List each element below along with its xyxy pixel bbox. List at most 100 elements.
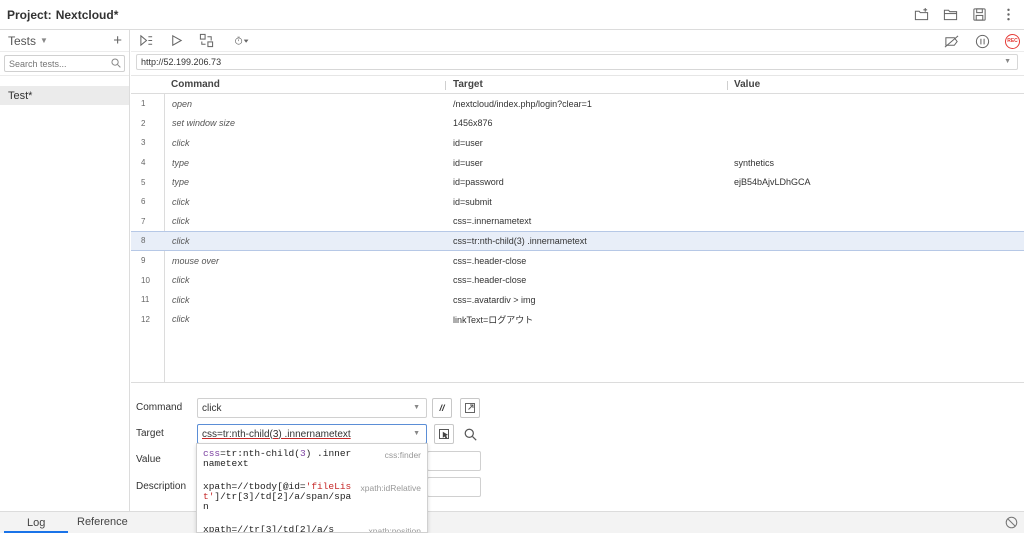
record-button[interactable]: REC [1005,33,1020,49]
test-list-item[interactable]: Test* [0,86,129,105]
column-header-command: Command [171,79,220,90]
row-number: 3 [141,138,146,148]
suggestion-item[interactable]: xpath=//tbody[@id='fileList']/tr[3]/td[2… [197,477,427,520]
disable-breakpoints-icon[interactable] [943,33,959,49]
description-label: Description [136,481,187,492]
row-command: click [172,216,190,227]
table-row[interactable]: 1 open/nextcloud/index.php/login?clear=1 [131,94,1024,114]
column-divider[interactable] [727,81,728,90]
table-row[interactable]: 10 click css=.header-close [131,270,1024,290]
tests-label: Tests [8,33,37,48]
command-input-value: click [202,402,222,414]
row-number: 9 [141,256,146,266]
project-label: Project: [7,7,52,22]
table-header: Command Target Value [131,76,1024,94]
column-divider[interactable] [445,81,446,90]
chevron-down-icon: ▼ [40,36,48,45]
project-name[interactable]: Nextcloud* [56,8,119,22]
table-row[interactable]: 5 type id=password ejB54bAjvLDhGCA [131,172,1024,192]
table-row[interactable]: 4 type id=user synthetics [131,153,1024,173]
comment-toggle-label: // [439,403,445,413]
clear-log-icon[interactable] [1005,516,1018,532]
table-row[interactable]: 7 click css=.innernametext [131,212,1024,232]
table-row[interactable]: 12 click linkText=ログアウト [131,310,1024,330]
target-suggestions: css=tr:nth-child(3) .innernametext css:f… [196,443,428,533]
row-target: css=.header-close [453,275,527,286]
target-input[interactable]: css=tr:nth-child(3) .innernametext ▼ [197,424,427,444]
suggestion-locator: xpath=//tr[3]/td[2]/a/s [203,524,335,533]
target-label: Target [136,428,164,439]
target-input-value: css=tr:nth-child(3) .innernametext [202,428,351,440]
more-options-icon[interactable] [1000,6,1016,22]
command-label: Command [136,402,183,413]
add-test-icon[interactable]: + [113,32,122,49]
run-current-test-icon[interactable] [168,33,184,49]
open-reference-button[interactable] [460,398,480,418]
table-row[interactable]: 2 set window size 1456x876 [131,114,1024,134]
find-target-button[interactable] [460,424,480,444]
table-row[interactable]: 3 click id=user [131,133,1024,153]
row-command: click [172,137,190,148]
row-target: linkText=ログアウト [453,314,534,325]
value-label: Value [136,454,161,465]
row-target: css=.innernametext [453,216,532,227]
row-number: 4 [141,158,146,168]
save-icon[interactable] [971,6,987,22]
open-folder-icon[interactable] [942,6,958,22]
row-command: click [172,314,190,325]
table-row[interactable]: 11 click css=.avatardiv > img [131,290,1024,310]
chevron-down-icon[interactable]: ▼ [1004,58,1011,65]
select-target-button[interactable] [434,424,454,444]
table-row[interactable]: 8 click css=tr:nth-child(3) .innernametext [131,231,1024,251]
select-element-icon [439,429,449,439]
run-all-tests-icon[interactable] [138,33,154,49]
table-row[interactable]: 9 mouse over css=.header-close [131,251,1024,271]
suggestion-kind: css:finder [384,450,421,460]
value-input[interactable] [427,451,481,471]
command-rows: 1 open/nextcloud/index.php/login?clear=1 2… [131,94,1024,329]
base-url-field[interactable]: http://52.199.206.73 ▼ [136,54,1018,70]
step-over-icon[interactable] [198,33,214,49]
row-command: mouse over [172,255,220,266]
command-table: Command Target Value 1 open/nextcloud/ind… [131,75,1024,383]
chevron-down-icon[interactable]: ▼ [413,404,420,411]
command-input[interactable]: click ▼ [197,398,427,418]
row-number: 10 [141,275,150,285]
playback-toolbar: REC [131,30,1024,52]
row-target: css=.header-close [453,255,527,266]
row-command: click [172,196,190,207]
search-tests-box [4,55,125,72]
row-target: id=user [453,137,483,148]
row-command: click [172,294,190,305]
chevron-down-icon[interactable]: ▼ [413,430,420,437]
row-target: css=tr:nth-child(3) .innernametext [453,235,587,246]
search-tests-input[interactable] [5,56,124,72]
comment-toggle-button[interactable]: // [432,398,452,418]
table-row[interactable]: 6 click id=submit [131,192,1024,212]
row-number: 5 [141,177,146,187]
external-link-icon [465,403,475,413]
row-number: 7 [141,216,146,226]
row-target: id=submit [453,196,492,207]
row-command: type [172,177,190,188]
column-header-target: Target [453,79,483,90]
speed-timer-icon[interactable] [228,33,254,49]
row-number: 6 [141,197,146,207]
row-value: synthetics [734,157,775,168]
tab-log[interactable]: Log [27,517,45,529]
row-command: type [172,157,190,168]
row-command: open [172,98,193,109]
search-area [0,52,129,76]
row-command: click [172,275,190,286]
row-target: css=.avatardiv > img [453,294,536,305]
suggestion-item[interactable]: xpath=//tr[3]/td[2]/a/s xpath:position [197,520,427,533]
row-number: 11 [141,295,150,305]
suggestion-item[interactable]: css=tr:nth-child(3) .innernametext css:f… [197,444,427,477]
tab-reference[interactable]: Reference [77,516,128,528]
new-project-icon[interactable] [913,6,929,22]
pause-exceptions-icon[interactable] [974,33,990,49]
row-number: 2 [141,118,146,128]
suggestion-kind: xpath:idRelative [360,483,421,493]
tests-dropdown[interactable]: Tests ▼ + [0,30,129,52]
description-input[interactable] [427,477,481,497]
